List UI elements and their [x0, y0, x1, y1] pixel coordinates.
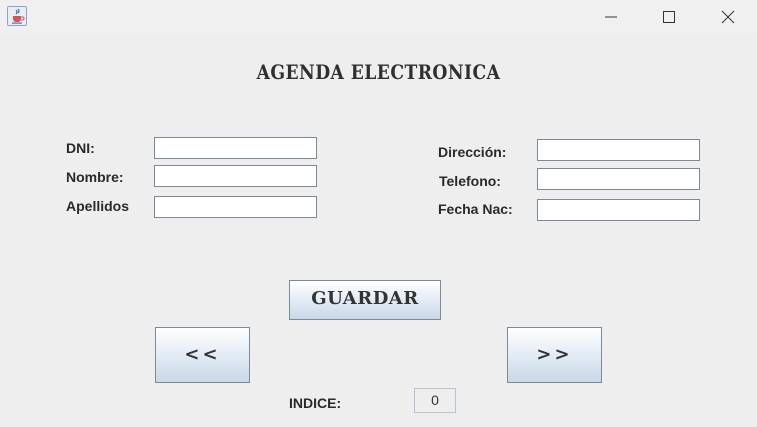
close-button[interactable] [699, 0, 757, 34]
maximize-icon [663, 11, 675, 23]
minimize-button[interactable] [582, 0, 640, 34]
nombre-label: Nombre: [66, 169, 124, 185]
index-field[interactable]: 0 [414, 388, 456, 413]
previous-button[interactable]: << [155, 327, 250, 383]
index-label: INDICE: [289, 395, 342, 411]
title-bar[interactable] [0, 0, 757, 34]
apellidos-field[interactable] [154, 196, 317, 218]
nombre-field[interactable] [154, 165, 317, 187]
direccion-label: Dirección: [438, 144, 507, 160]
close-icon [721, 10, 735, 24]
save-button[interactable]: GUARDAR [289, 280, 441, 320]
java-cup-icon [7, 6, 27, 26]
maximize-button[interactable] [640, 0, 698, 34]
direccion-field[interactable] [537, 139, 700, 161]
apellidos-label: Apellidos [66, 198, 130, 214]
form-panel: AGENDA ELECTRONICA DNI: Nombre: Apellido… [0, 34, 757, 427]
fecha-nac-label: Fecha Nac: [438, 201, 513, 217]
telefono-label: Telefono: [439, 173, 501, 189]
telefono-field[interactable] [537, 168, 700, 190]
minimize-icon [605, 16, 617, 18]
fecha-nac-field[interactable] [537, 199, 700, 221]
next-button[interactable]: >> [507, 327, 602, 383]
dni-field[interactable] [154, 137, 317, 159]
page-title: AGENDA ELECTRONICA [256, 60, 501, 84]
dni-label: DNI: [66, 140, 95, 156]
